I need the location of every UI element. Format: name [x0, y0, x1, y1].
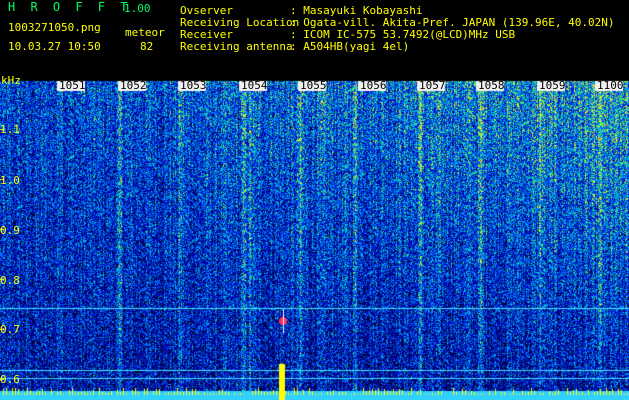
frequency-unit-label: kHz	[1, 74, 21, 87]
x-tick-1100: 1100	[597, 79, 624, 92]
spectrogram-waterfall	[0, 79, 629, 400]
antenna-value: : A504HB(yagi 4el)	[290, 40, 410, 53]
x-tick-1058: 1058	[478, 79, 505, 92]
x-tick-1054: 1054	[241, 79, 268, 92]
x-tick-1059: 1059	[539, 79, 566, 92]
receiver-label: Receiver	[180, 28, 233, 41]
date-time: 10.03.27 10:50	[8, 40, 101, 53]
location-value: : Ogata-vill. Akita-Pref. JAPAN (139.96E…	[290, 16, 615, 29]
receiver-value: : ICOM IC-575 53.7492(@LCD)MHz USB	[290, 28, 516, 41]
version-label: 1.00	[124, 2, 151, 15]
file-name: 1003271050.png	[8, 21, 101, 34]
location-label: Receiving Location	[180, 16, 300, 29]
x-tick-1056: 1056	[360, 79, 387, 92]
x-tick-1057: 1057	[419, 79, 446, 92]
y-tick-0.9: 0.9	[0, 224, 20, 237]
x-tick-1055: 1055	[300, 79, 327, 92]
x-tick-1051: 1051	[59, 79, 86, 92]
y-tick-0.7: 0.7	[0, 323, 20, 336]
x-tick-1052: 1052	[120, 79, 147, 92]
observer-value: : Masayuki Kobayashi	[290, 4, 423, 17]
app-title: H R O F F T	[8, 0, 132, 14]
y-tick-0.8: 0.8	[0, 274, 20, 287]
antenna-label: Receiving antenna	[180, 40, 293, 53]
y-tick-1.0: 1.0	[0, 174, 20, 187]
y-tick-0.6: 0.6	[0, 373, 20, 386]
event-count: 82	[140, 40, 154, 53]
x-tick-1053: 1053	[180, 79, 207, 92]
observer-label: Ovserver	[180, 4, 233, 17]
event-type: meteor	[125, 26, 165, 39]
y-tick-1.1: 1.1	[0, 123, 20, 136]
